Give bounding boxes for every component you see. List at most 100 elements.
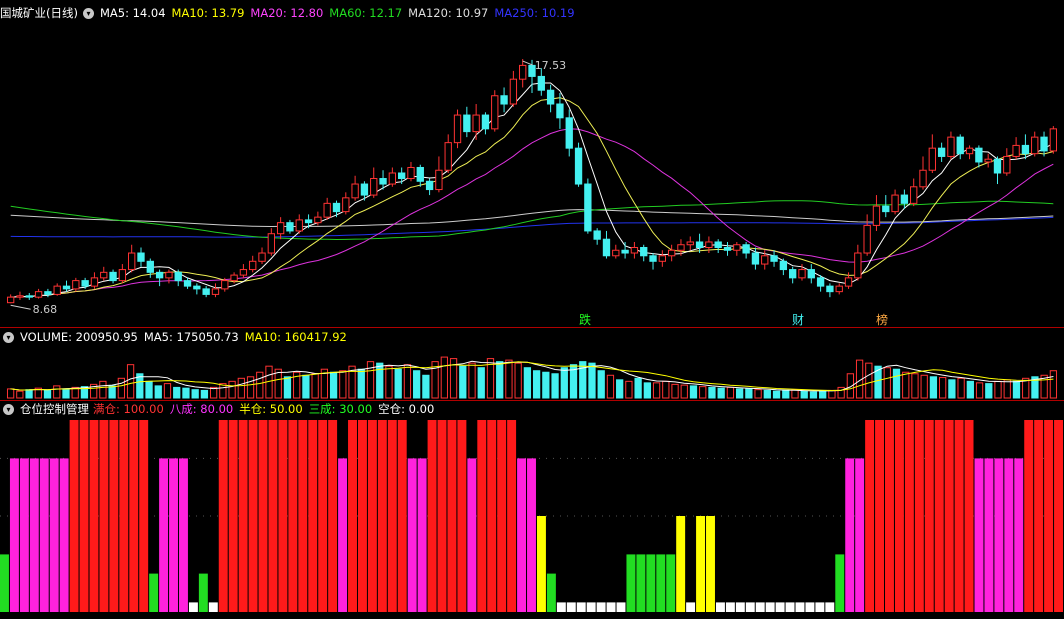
position-bar xyxy=(377,420,387,612)
volume-bar xyxy=(680,384,688,399)
candle-body xyxy=(612,249,620,257)
volume-bar xyxy=(376,362,384,399)
ma5-line xyxy=(10,82,1054,298)
position-bar xyxy=(507,420,517,612)
position-bar xyxy=(765,602,775,612)
candle-body xyxy=(81,280,89,287)
position-bar xyxy=(119,420,129,612)
position-bar xyxy=(497,420,507,612)
position-bar xyxy=(656,554,666,612)
candle-body xyxy=(351,183,359,199)
candle-body xyxy=(835,285,843,293)
candle-body xyxy=(882,205,890,213)
position-bar xyxy=(596,602,606,612)
volume-bar xyxy=(837,386,845,399)
volume-bar xyxy=(173,386,181,399)
candle-body xyxy=(742,244,750,254)
volume-bar xyxy=(385,365,393,399)
candle-body xyxy=(947,136,955,157)
candle-body xyxy=(891,194,899,213)
position-bar xyxy=(308,420,318,612)
volume-bar xyxy=(256,371,264,399)
position-bar xyxy=(49,458,59,612)
position-bar xyxy=(934,420,944,612)
volume-bar xyxy=(939,377,947,399)
volume-bar xyxy=(339,370,347,399)
position-bar xyxy=(89,420,99,612)
volume-bar xyxy=(735,388,744,399)
position-bar xyxy=(785,602,795,612)
candle-body xyxy=(221,280,229,290)
position-bar xyxy=(686,602,696,612)
volume-bar xyxy=(717,387,725,399)
volume-bar xyxy=(468,362,476,399)
position-bar xyxy=(487,420,497,612)
candle-body xyxy=(25,295,33,298)
volume-bar xyxy=(126,364,135,399)
position-bar xyxy=(696,516,706,612)
candle-body xyxy=(304,219,313,224)
volume-bar xyxy=(99,380,107,399)
volume-bar xyxy=(662,380,670,399)
volume-bar xyxy=(652,382,661,399)
position-bar xyxy=(994,458,1004,612)
volume-bar xyxy=(1003,379,1011,399)
position-bar xyxy=(228,420,238,612)
high-pointer xyxy=(522,60,533,66)
position-bar xyxy=(69,420,79,612)
position-bar xyxy=(914,420,924,612)
position-bar xyxy=(1004,458,1014,612)
candle-body xyxy=(416,166,424,182)
candle-body xyxy=(695,241,704,248)
position-bar xyxy=(99,420,109,612)
volume-bar xyxy=(560,367,568,399)
stock-chart[interactable]: 17.53 8.68 xyxy=(0,0,1064,619)
volume-bar xyxy=(606,374,615,399)
position-bar xyxy=(556,602,566,612)
high-price-label: 17.53 xyxy=(535,59,567,72)
position-bar xyxy=(676,516,686,612)
candle-body xyxy=(155,271,164,279)
volume-bar xyxy=(163,383,172,399)
position-bar xyxy=(815,602,825,612)
position-bar xyxy=(457,420,467,612)
candle-body xyxy=(435,169,443,191)
candle-body xyxy=(928,147,936,171)
position-bar xyxy=(974,458,984,612)
candle-body xyxy=(789,269,797,279)
position-bar xyxy=(178,458,188,612)
candle-body xyxy=(72,280,80,290)
position-bar xyxy=(159,458,169,612)
volume-bar xyxy=(883,367,891,399)
volume-bar xyxy=(791,389,799,399)
position-bar xyxy=(188,602,198,612)
position-bar xyxy=(477,420,487,612)
candle-body xyxy=(798,269,806,279)
volume-bar xyxy=(237,377,245,399)
volume-bar xyxy=(200,389,209,399)
position-bar xyxy=(845,458,855,612)
volume-bar xyxy=(246,376,255,399)
volume-bar xyxy=(1012,380,1021,399)
candle-body xyxy=(1049,128,1058,152)
candle-body xyxy=(844,277,853,287)
volume-bar xyxy=(865,362,873,399)
volume-bar xyxy=(957,377,965,399)
candle-body xyxy=(965,147,974,155)
candle-body xyxy=(556,103,564,119)
volume-bar xyxy=(902,371,910,399)
candle-body xyxy=(1021,144,1030,155)
candle-body xyxy=(295,219,303,232)
position-bar xyxy=(706,516,715,612)
candle-body xyxy=(360,183,369,196)
position-bar xyxy=(139,420,149,612)
volume-bar xyxy=(329,371,338,399)
position-bar xyxy=(666,554,676,612)
candle-body xyxy=(751,252,760,265)
position-bar xyxy=(149,573,159,612)
candle-body xyxy=(425,180,434,191)
candle-body xyxy=(34,291,43,298)
candle-body xyxy=(62,285,71,290)
position-bar xyxy=(924,420,934,612)
candle-body xyxy=(872,205,881,226)
